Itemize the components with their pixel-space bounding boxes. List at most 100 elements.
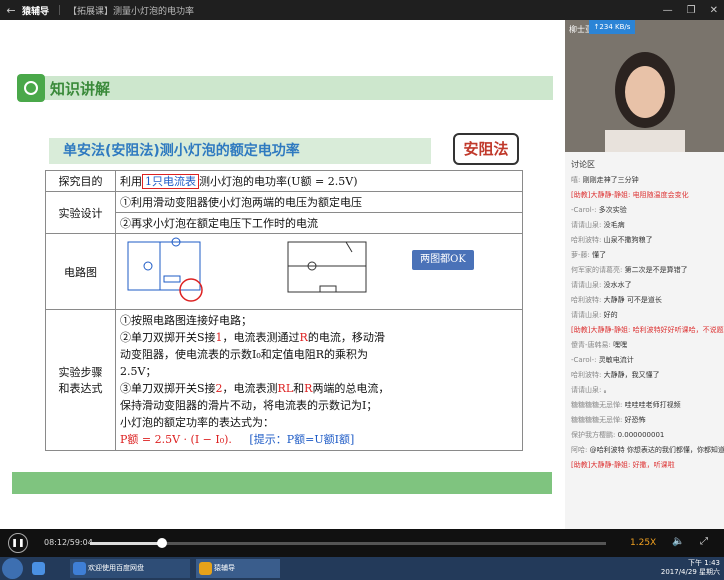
close-icon[interactable]: ✕ [710, 5, 718, 16]
step-text: ，电流表测 [222, 382, 278, 395]
player-controls: ❚❚ 08:12/59:04 1.25X 🔈 ⤢ [0, 529, 724, 557]
section-header-bar [39, 76, 553, 100]
row-content: 利用 1只电流表 测小灯泡的电功率(U额 = 2.5V) [115, 170, 523, 192]
chat-author: 哈利波特: [571, 236, 602, 244]
chat-text: 第二次是不是算错了 [624, 266, 688, 274]
chat-message: 何军家的请葛亮: 第二次是不是算错了 [571, 265, 724, 276]
expression-intro: 小灯泡的额定功率的表达式为： [120, 416, 274, 429]
progress-fill [90, 542, 162, 545]
clock-date: 2017/4/29 星期六 [660, 568, 720, 576]
chat-text: 多次实验 [598, 206, 627, 214]
chat-author: -Carol-: [571, 356, 597, 364]
row-label: 探究目的 [45, 170, 116, 192]
volume-icon[interactable]: 🔈 [672, 536, 684, 547]
chat-message: 糖糖糖糖无忌惮: 哇哇哇老师打视频 [571, 400, 724, 411]
step-2: ②单刀双掷开关S接1，电流表测通过R的电流，移动滑 [120, 329, 518, 346]
slide-subtitle: 单安法(安阻法)测小灯泡的额定电功率 [49, 138, 431, 164]
chat-message: 哈利波特: 山泉不撒狗粮了 [571, 235, 724, 246]
taskbar-item-netdisk[interactable]: 欢迎使用百度网盘 [70, 559, 190, 578]
method-badge: 安阻法 [453, 133, 519, 165]
chat-author: 萝-藤: [571, 251, 590, 259]
chat-author: 请请山泉: [571, 221, 602, 229]
chat-text: 大静静 可不是道长 [603, 296, 662, 304]
chat-author: 保护我方樱鹏: [571, 431, 616, 439]
chat-text: 好撒，听课啦 [632, 461, 675, 469]
chat-list[interactable]: 嘻: 刚刚走神了三分钟 [助教]大静静-静姐: 电阻随温度会变化 -Carol-: … [565, 175, 724, 529]
step-3: ③单刀双掷开关S接2，电流表测RL和R两端的总电流， [120, 380, 518, 397]
ie-icon[interactable] [30, 559, 46, 578]
table-row: 实验设计 ①利用滑动变阻器使小灯泡两端的电压为额定电压 [45, 191, 523, 234]
row-label: 实验设计 [45, 191, 116, 234]
chat-author: 请请山泉: [571, 386, 602, 394]
row-label: 实验步骤 和表达式 [45, 309, 116, 451]
chat-text: 嘿嘿 [613, 341, 628, 349]
pause-button[interactable]: ❚❚ [8, 533, 28, 553]
back-arrow-icon[interactable]: ← [0, 4, 22, 17]
tutor-avatar-icon [565, 20, 724, 152]
chat-text: @哈利波特 你想表达的我们都懂，你都知道静姐不是道长，你还欠。 [589, 446, 724, 454]
chat-author: 傻青-唐韩易: [571, 341, 611, 349]
step-1: ①按照电路图连接好电路； [120, 314, 252, 327]
chat-author: [助教]大静静-静姐: [571, 191, 631, 199]
video-stage: 知识讲解 单安法(安阻法)测小灯泡的额定电功率 安阻法 探究目的 利用 1只电流表… [0, 20, 565, 529]
chat-text: 0.000000001 [617, 431, 665, 439]
system-clock: 下午 1:43 2017/4/29 星期六 [661, 559, 720, 577]
step-highlight: 2 [215, 382, 223, 395]
step-text: 的电流，移动滑 [307, 331, 385, 344]
step-highlight: R [299, 331, 308, 344]
chat-message: 萝-藤: 懂了 [571, 250, 724, 261]
chat-message: 傻青-唐韩易: 嘿嘿 [571, 340, 724, 351]
chat-text: 灵敏电流计 [598, 356, 634, 364]
minimize-icon[interactable]: — [663, 5, 673, 16]
title-divider [59, 5, 61, 15]
chat-message: -Carol-: 灵敏电流计 [571, 355, 724, 366]
chat-author: -Carol-: [571, 206, 597, 214]
taskbar-item-label: 猿辅导 [214, 564, 235, 572]
section-title: 知识讲解 [50, 80, 111, 98]
app-icon [199, 562, 212, 575]
chat-author: 请请山泉: [571, 311, 602, 319]
chat-message: 请请山泉: 好的 [571, 310, 724, 321]
row-label-line: 实验步骤 [58, 366, 103, 379]
playback-rate[interactable]: 1.25X [630, 538, 656, 548]
lesson-slide: 知识讲解 单安法(安阻法)测小灯泡的额定电功率 安阻法 探究目的 利用 1只电流表… [9, 70, 553, 497]
chat-message: 哈利波特: 大静静 可不是道长 [571, 295, 724, 306]
fullscreen-icon[interactable]: ⤢ [700, 536, 708, 547]
step-text: 和 [293, 382, 305, 395]
chat-message: [助教]大静静-静姐: 哈利波特好好听课哈，不说题的 [571, 325, 724, 336]
step-3-cont: 保持滑动变阻器的滑片不动，将电流表的示数记为I； [120, 399, 378, 412]
progress-handle[interactable] [156, 538, 167, 548]
step-text: ③单刀双掷开关S接 [120, 382, 216, 395]
taskbar-item-app[interactable]: 猿辅导 [196, 559, 280, 578]
row-label-line: 和表达式 [58, 382, 103, 395]
circuit-diagram-icon [127, 237, 367, 302]
chat-author: 阿哈: [571, 446, 588, 454]
start-button[interactable] [2, 558, 23, 579]
row-content: ②再求小灯泡在额定电压下工作时的电流 [115, 212, 523, 234]
expression-line: P额 = 2.5V · (I − I₀). [提示：P额=U额I额] [120, 431, 518, 448]
chat-message: 请请山泉: 没水水了 [571, 280, 724, 291]
chat-message: 保护我方樱鹏: 0.000000001 [571, 430, 724, 441]
chat-author: 何军家的请葛亮: [571, 266, 623, 274]
step-text: ，电流表测通过 [222, 331, 300, 344]
highlight-text: 1只电流表 [142, 174, 199, 189]
progress-track[interactable] [90, 542, 606, 545]
chat-author: [助教]大静静-静姐: [571, 326, 631, 334]
chat-message: 阿哈: @哈利波特 你想表达的我们都懂，你都知道静姐不是道长，你还欠。 [571, 445, 724, 456]
title-bar: ← 猿辅导 【拓展课】测量小灯泡的电功率 — ❐ ✕ [0, 0, 724, 20]
chat-text: 懂了 [592, 251, 607, 259]
annotation-bubble: 两图都OK [412, 250, 474, 270]
content-text: 利用 [120, 175, 142, 188]
circuit-diagrams: 两图都OK [115, 233, 523, 310]
chat-message: [助教]大静静-静姐: 好撒，听课啦 [571, 460, 724, 471]
section-header: 知识讲解 [9, 70, 553, 106]
chat-message: 请请山泉: 。 [571, 385, 724, 396]
chat-message: -Carol-: 多次实验 [571, 205, 724, 216]
knowledge-icon [17, 74, 45, 102]
chat-text: 山泉不撒狗粮了 [603, 236, 653, 244]
steps-content: ①按照电路图连接好电路； ②单刀双掷开关S接1，电流表测通过R的电流，移动滑 动… [115, 309, 523, 451]
step-2-cont: 动变阻器，使电流表的示数I₀和定值电阻R的乘积为 [120, 348, 369, 361]
step-text: 两端的总电流， [312, 382, 390, 395]
netdisk-icon [73, 562, 86, 575]
restore-icon[interactable]: ❐ [687, 5, 696, 16]
